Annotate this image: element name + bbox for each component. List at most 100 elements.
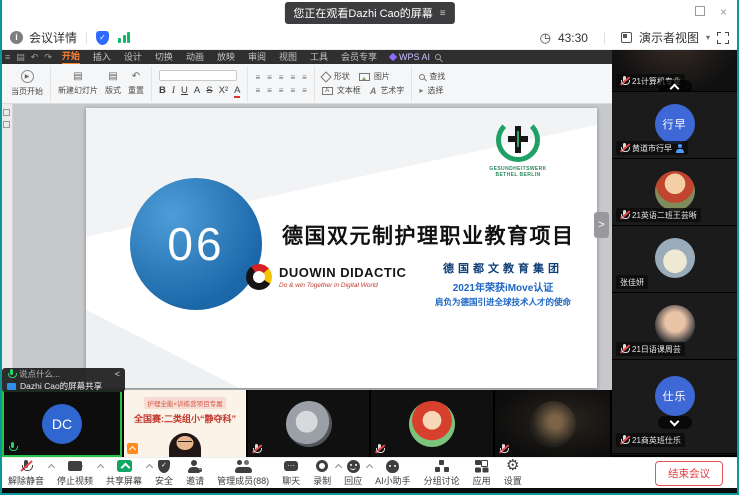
invite-button[interactable]: + 邀请	[186, 459, 204, 487]
participant-tile[interactable]: 21英语二班王芸晰	[612, 159, 737, 226]
font-name-select[interactable]	[159, 70, 237, 81]
superscript-button[interactable]: X²	[219, 85, 229, 96]
duowin-name: DUOWIN DIDACTIC	[279, 265, 406, 280]
shield-check-icon[interactable]: ✓	[96, 31, 109, 45]
align-right-icon[interactable]: ≡	[255, 86, 260, 95]
chat-button[interactable]: 聊天	[282, 459, 300, 487]
ai-assistant-button[interactable]: AI小助手	[375, 459, 411, 487]
number-list-icon[interactable]: ≡	[267, 73, 272, 82]
picture-button[interactable]: 图片	[359, 71, 390, 82]
restore-window-icon[interactable]	[695, 6, 705, 16]
chevron-down-icon[interactable]: ▾	[706, 33, 710, 42]
justify-icon[interactable]: ≡	[267, 86, 272, 95]
line-spacing-icon[interactable]: ≡	[279, 86, 284, 95]
end-meeting-button[interactable]: 结束会议	[655, 461, 723, 486]
slide-panel-strip[interactable]	[0, 104, 13, 390]
bullet-list-icon[interactable]: ≡	[255, 73, 260, 82]
view-mode-selector[interactable]: 演示者视图	[639, 29, 699, 46]
video-tile[interactable]	[248, 390, 369, 457]
participant-tile[interactable]: 张佳妍	[612, 226, 737, 293]
participant-name-label: 黄道市行早	[616, 141, 688, 155]
watching-banner: 您正在观看Dazhi Cao的屏幕 ≡	[284, 2, 454, 24]
tab-wps-ai[interactable]: WPS AI	[390, 52, 430, 62]
select-button[interactable]: ▸ 选择	[419, 85, 443, 96]
tab-member[interactable]: 会员专享	[341, 51, 377, 64]
chevron-up-icon[interactable]	[48, 464, 55, 471]
textbox-button[interactable]: A 文本框	[322, 85, 361, 96]
say-something-input[interactable]: 说点什么...	[19, 368, 60, 380]
collapse-icon[interactable]: <	[115, 369, 120, 379]
participant-tile[interactable]: 仕乐 21商英班仕乐	[612, 360, 737, 454]
record-button[interactable]: 录制	[313, 459, 331, 487]
manage-members-button[interactable]: 管理成员(88)	[217, 459, 269, 487]
scroll-up-button[interactable]	[658, 80, 692, 92]
video-tile[interactable]	[495, 390, 610, 457]
tab-design[interactable]: 设计	[124, 51, 142, 64]
align-left-icon[interactable]: ≡	[290, 73, 295, 82]
banner-menu-icon[interactable]: ≡	[440, 8, 446, 19]
tab-review[interactable]: 审阅	[248, 51, 266, 64]
reactions-button[interactable]: 回应	[344, 459, 362, 487]
tab-transitions[interactable]: 切换	[155, 51, 173, 64]
save-icon[interactable]: ▤	[16, 52, 25, 63]
participant-tile[interactable]: 21计算机专业	[612, 50, 737, 92]
video-tile-camera[interactable]: 护理全能×训练营项目专属 全国赛:二类组小“静夺科”	[124, 390, 246, 457]
strikethrough-button[interactable]: S	[206, 85, 212, 96]
unmute-button[interactable]: 解除静音	[8, 459, 44, 487]
font-size-button[interactable]: A	[194, 85, 200, 96]
participant-tile[interactable]: 行早 黄道市行早	[612, 92, 737, 159]
settings-button[interactable]: ⚙ 设置	[504, 459, 522, 487]
apps-button[interactable]: 应用	[473, 459, 491, 487]
new-slide-button[interactable]: ▤ 新建幻灯片	[58, 71, 98, 96]
shield-icon	[158, 460, 170, 473]
chevron-up-icon[interactable]	[97, 464, 104, 471]
breakout-rooms-button[interactable]: 分组讨论	[424, 459, 460, 487]
redo-icon[interactable]: ↷	[44, 52, 52, 63]
wordart-button[interactable]: A 艺术字	[370, 85, 405, 96]
quickchat-row[interactable]: 说点什么... <	[2, 368, 125, 380]
undo-icon[interactable]: ↶	[31, 52, 39, 63]
tab-insert[interactable]: 插入	[93, 51, 111, 64]
sidebar-collapse-button[interactable]: >	[594, 212, 609, 238]
picture-icon	[359, 73, 370, 81]
font-color-button[interactable]: A	[234, 85, 240, 98]
tab-view[interactable]: 视图	[279, 51, 297, 64]
align-center-icon[interactable]: ≡	[302, 73, 307, 82]
search-icon[interactable]	[435, 54, 441, 60]
wps-menu-icon[interactable]: ≡	[5, 52, 10, 63]
share-screen-button[interactable]: 共享屏幕	[106, 459, 142, 487]
indent-icon[interactable]: ≡	[279, 73, 284, 82]
text-direction-icon[interactable]: ≡	[302, 86, 307, 95]
shapes-button[interactable]: 形状	[322, 71, 350, 82]
video-tile[interactable]	[371, 390, 493, 457]
scroll-down-button[interactable]	[658, 416, 692, 429]
find-icon	[419, 74, 425, 80]
stop-video-button[interactable]: 停止视频	[57, 459, 93, 487]
tab-animations[interactable]: 动画	[186, 51, 204, 64]
participant-name-label: 21英语二班王芸晰	[616, 208, 701, 222]
chevron-up-icon[interactable]	[146, 464, 153, 471]
presenter-view-icon	[621, 32, 632, 43]
tab-home[interactable]: 开始	[62, 50, 80, 65]
play-from-page-button[interactable]: ▶ 当页开始	[11, 70, 43, 97]
video-tile-active-speaker[interactable]: DC	[2, 390, 122, 457]
chevron-up-icon[interactable]	[366, 464, 373, 471]
avatar	[655, 171, 695, 211]
tab-slideshow[interactable]: 放映	[217, 51, 235, 64]
gear-icon: ⚙	[506, 459, 519, 473]
security-button[interactable]: 安全	[155, 459, 173, 487]
participant-tile[interactable]: 21日语课周芸	[612, 293, 737, 360]
find-button[interactable]: 查找	[419, 71, 445, 82]
chevron-up-icon[interactable]	[335, 464, 342, 471]
reset-button[interactable]: ↶ 重置	[128, 71, 144, 96]
fullscreen-icon[interactable]	[717, 32, 729, 44]
video-filmstrip: DC 护理全能×训练营项目专属 全国赛:二类组小“静夺科”	[0, 390, 612, 457]
bold-button[interactable]: B	[159, 85, 166, 96]
close-window-icon[interactable]: ×	[720, 6, 727, 18]
italic-button[interactable]: I	[172, 86, 175, 96]
meeting-details-button[interactable]: 会议详情	[29, 29, 77, 46]
layout-button[interactable]: ▤ 版式	[105, 71, 121, 96]
underline-button[interactable]: U	[181, 85, 188, 96]
tab-tools[interactable]: 工具	[310, 51, 328, 64]
columns-icon[interactable]: ≡	[290, 86, 295, 95]
